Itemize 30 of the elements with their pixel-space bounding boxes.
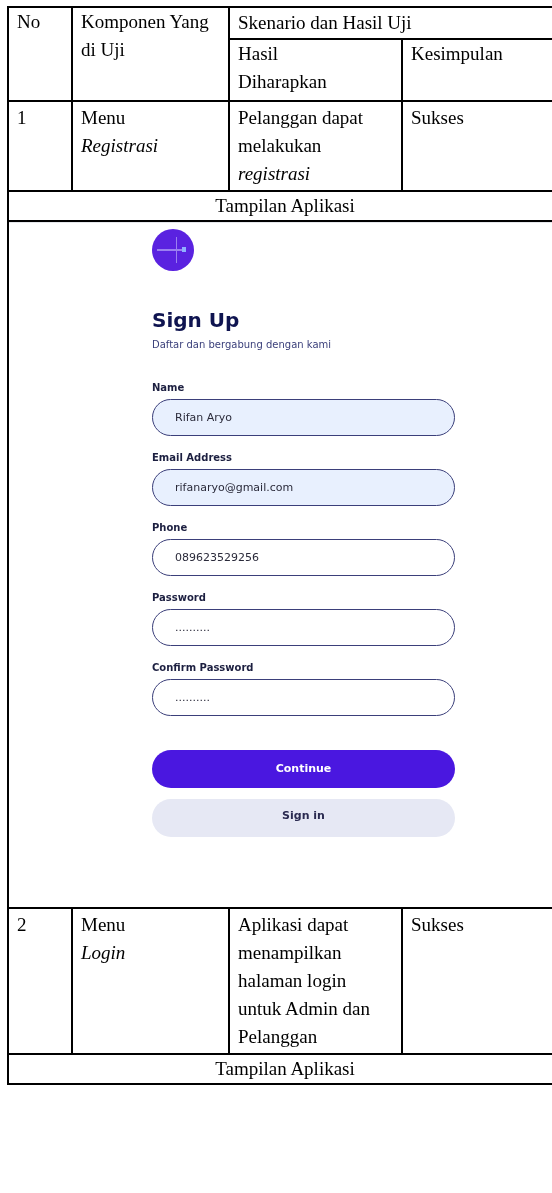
text-field[interactable]: 089623529256 <box>152 539 455 576</box>
field-label: Name <box>152 381 186 395</box>
section-label: Tampilan Aplikasi <box>215 195 355 216</box>
component-name: Menu Registrasi <box>81 106 160 158</box>
column-header: Skenario dan Hasil Uji <box>238 12 412 33</box>
column-header: No <box>17 11 41 32</box>
text-field[interactable]: rifanaryo@gmail.com <box>152 469 455 506</box>
field-label: Phone <box>152 521 189 535</box>
expected-result: Aplikasi dapat menampilkan halaman login untuk Admin dan Pelanggan <box>238 913 371 1049</box>
text-field[interactable]: Rifan Aryo <box>152 399 455 436</box>
field-label: Confirm Password <box>152 661 255 675</box>
text-field[interactable]: .......... <box>152 679 455 716</box>
row-number: 1 <box>17 107 27 128</box>
row-number: 2 <box>17 914 27 935</box>
section-label: Tampilan Aplikasi <box>215 1058 355 1079</box>
continue-button[interactable]: Continue <box>152 750 455 788</box>
conclusion-text: Sukses <box>411 107 464 128</box>
expected-result: Pelanggan dapat melakukan registrasi <box>238 106 365 186</box>
sign-in-button[interactable]: Sign in <box>152 799 455 837</box>
page-title: Sign Up <box>152 307 241 333</box>
field-label: Email Address <box>152 451 233 465</box>
column-header: Komponen Yang di Uji <box>81 10 210 62</box>
page-subtitle: Daftar dan bergabung dengan kami <box>152 338 333 352</box>
column-header: Hasil Diharapkan <box>238 42 328 94</box>
conclusion-text: Sukses <box>411 914 464 935</box>
component-name: Menu Login <box>81 913 127 965</box>
field-label: Password <box>152 591 207 605</box>
column-header: Kesimpulan <box>411 43 503 64</box>
text-field[interactable]: .......... <box>152 609 455 646</box>
logo-icon <box>152 229 194 271</box>
